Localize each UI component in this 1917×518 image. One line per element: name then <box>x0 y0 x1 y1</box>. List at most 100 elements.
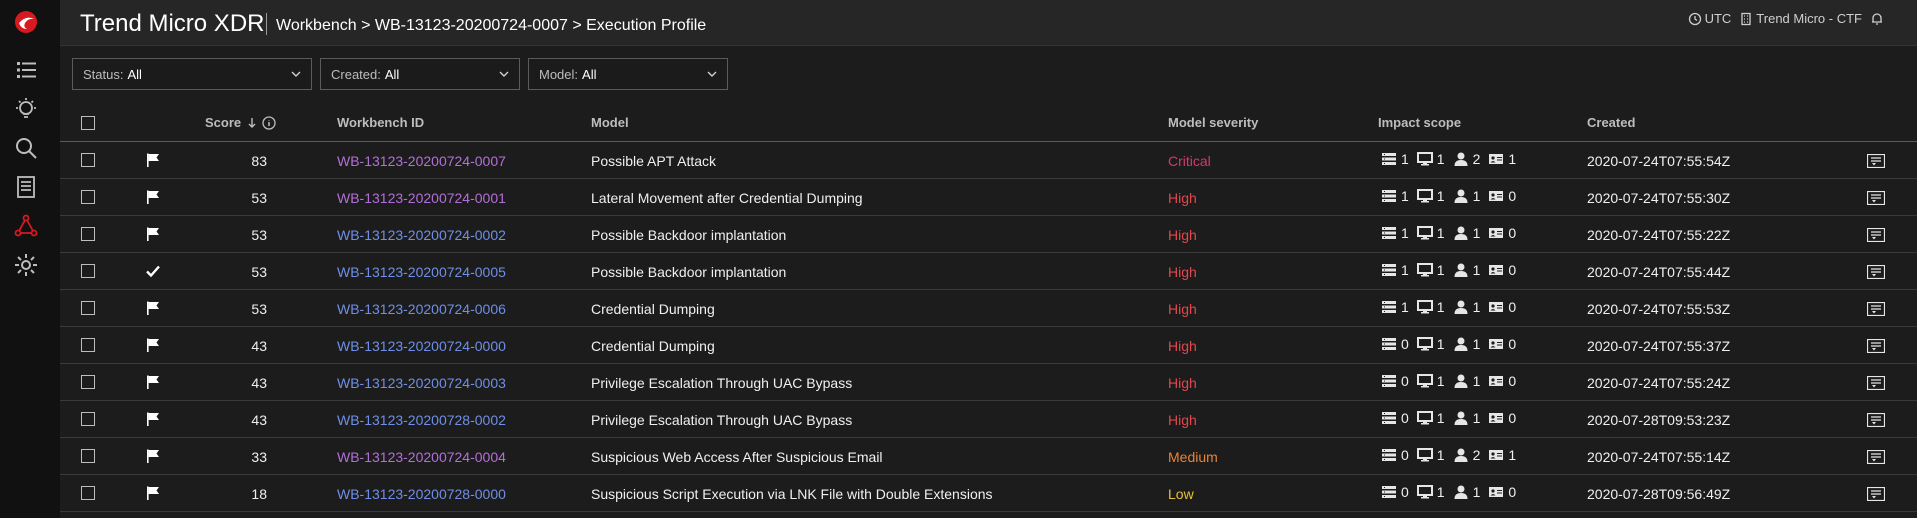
workbench-id-link[interactable]: WB-13123-20200724-0004 <box>337 449 506 465</box>
view-details-icon[interactable] <box>1867 339 1885 353</box>
trend-micro-logo-icon[interactable] <box>0 2 52 42</box>
chevron-down-icon <box>707 71 717 77</box>
model-name: Privilege Escalation Through UAC Bypass <box>591 375 853 391</box>
table-row[interactable]: 53 WB-13123-20200724-0001 Lateral Moveme… <box>60 179 1917 216</box>
row-checkbox[interactable] <box>81 449 95 463</box>
row-checkbox[interactable] <box>81 227 95 241</box>
table-row[interactable]: 33 WB-13123-20200724-0004 Suspicious Web… <box>60 438 1917 475</box>
view-details-icon[interactable] <box>1867 191 1885 205</box>
timezone-indicator[interactable]: UTC <box>1688 11 1732 26</box>
server-icon[interactable] <box>0 167 52 207</box>
score-value: 43 <box>251 338 267 354</box>
created-filter[interactable]: Created: All <box>320 58 520 90</box>
row-checkbox[interactable] <box>81 301 95 315</box>
notifications-button[interactable] <box>1870 12 1887 26</box>
table-row[interactable]: 83 WB-13123-20200724-0007 Possible APT A… <box>60 142 1917 179</box>
timezone-label: UTC <box>1704 11 1732 26</box>
workbench-id-link[interactable]: WB-13123-20200728-0002 <box>337 412 506 428</box>
workbench-id-link[interactable]: WB-13123-20200728-0000 <box>337 486 506 502</box>
view-details-icon[interactable] <box>1867 413 1885 427</box>
server-icon <box>1382 227 1396 239</box>
created-column-header[interactable]: Created <box>1587 115 1635 130</box>
table-row[interactable]: 53 WB-13123-20200724-0006 Credential Dum… <box>60 290 1917 327</box>
flag-icon[interactable] <box>145 337 161 353</box>
severity-column-header[interactable]: Model severity <box>1168 115 1258 130</box>
workbench-id-link[interactable]: WB-13123-20200724-0000 <box>337 338 506 354</box>
row-checkbox[interactable] <box>81 412 95 426</box>
impact-scope: 0 1 1 0 <box>1381 410 1524 426</box>
model-filter[interactable]: Model: All <box>528 58 728 90</box>
view-details-icon[interactable] <box>1867 228 1885 242</box>
workbench-id-link[interactable]: WB-13123-20200724-0005 <box>337 264 506 280</box>
score-column-header[interactable]: Score <box>205 115 276 130</box>
app-title: Trend Micro XDR <box>80 10 265 37</box>
view-details-icon[interactable] <box>1867 154 1885 168</box>
workbench-id-link[interactable]: WB-13123-20200724-0007 <box>337 153 506 169</box>
model-name: Credential Dumping <box>591 338 715 354</box>
table-row[interactable]: 43 WB-13123-20200724-0003 Privilege Esca… <box>60 364 1917 401</box>
checkmark-icon[interactable] <box>145 263 161 279</box>
view-details-icon[interactable] <box>1867 450 1885 464</box>
select-all-checkbox[interactable] <box>81 116 95 130</box>
flag-icon[interactable] <box>145 300 161 316</box>
filter-label: Created: <box>331 66 381 82</box>
flag-icon[interactable] <box>145 226 161 242</box>
user-count: 1 <box>1472 484 1481 500</box>
lightbulb-icon[interactable] <box>0 89 52 129</box>
flag-icon[interactable] <box>145 189 161 205</box>
model-name: Possible Backdoor implantation <box>591 227 787 243</box>
flag-icon[interactable] <box>145 485 161 501</box>
flag-icon[interactable] <box>145 152 161 168</box>
score-value: 83 <box>251 153 267 169</box>
top-header: Trend Micro XDR Workbench > WB-13123-202… <box>60 0 1917 46</box>
severity-label: Critical <box>1168 153 1211 169</box>
workbench-table: Score Workbench ID Model Model severity … <box>60 104 1917 512</box>
info-icon[interactable] <box>262 115 276 130</box>
workbench-id-link[interactable]: WB-13123-20200724-0003 <box>337 375 506 391</box>
view-details-icon[interactable] <box>1867 487 1885 501</box>
gear-icon[interactable] <box>0 245 52 285</box>
workbench-id-column-header[interactable]: Workbench ID <box>337 115 424 130</box>
email-account-icon <box>1489 265 1504 275</box>
row-checkbox[interactable] <box>81 264 95 278</box>
email-count: 0 <box>1508 336 1517 352</box>
workbench-id-link[interactable]: WB-13123-20200724-0002 <box>337 227 506 243</box>
user-count: 1 <box>1472 225 1481 241</box>
view-details-icon[interactable] <box>1867 265 1885 279</box>
status-filter[interactable]: Status: All <box>72 58 312 90</box>
desktop-icon <box>1416 411 1433 425</box>
flag-icon[interactable] <box>145 411 161 427</box>
row-checkbox[interactable] <box>81 153 95 167</box>
table-row[interactable]: 43 WB-13123-20200728-0002 Privilege Esca… <box>60 401 1917 438</box>
desktop-icon <box>1416 448 1433 462</box>
impact-scope: 0 1 1 0 <box>1381 484 1524 500</box>
severity-label: High <box>1168 227 1197 243</box>
view-details-icon[interactable] <box>1867 302 1885 316</box>
table-row[interactable]: 18 WB-13123-20200728-0000 Suspicious Scr… <box>60 475 1917 512</box>
severity-label: High <box>1168 338 1197 354</box>
row-checkbox[interactable] <box>81 486 95 500</box>
tenant-selector[interactable]: Trend Micro - CTF <box>1739 11 1862 26</box>
desktop-count: 1 <box>1436 188 1445 204</box>
table-row[interactable]: 53 WB-13123-20200724-0005 Possible Backd… <box>60 253 1917 290</box>
list-icon[interactable] <box>0 50 52 90</box>
network-graph-icon[interactable] <box>0 206 52 246</box>
severity-label: Medium <box>1168 449 1218 465</box>
view-details-icon[interactable] <box>1867 376 1885 390</box>
impact-column-header[interactable]: Impact scope <box>1378 115 1461 130</box>
row-checkbox[interactable] <box>81 375 95 389</box>
model-column-header[interactable]: Model <box>591 115 629 130</box>
workbench-id-link[interactable]: WB-13123-20200724-0006 <box>337 301 506 317</box>
created-timestamp: 2020-07-24T07:55:30Z <box>1587 190 1731 206</box>
workbench-id-link[interactable]: WB-13123-20200724-0001 <box>337 190 506 206</box>
flag-icon[interactable] <box>145 374 161 390</box>
breadcrumb[interactable]: Workbench > WB-13123-20200724-0007 > Exe… <box>276 17 706 35</box>
table-row[interactable]: 53 WB-13123-20200724-0002 Possible Backd… <box>60 216 1917 253</box>
search-icon[interactable] <box>0 128 52 168</box>
row-checkbox[interactable] <box>81 190 95 204</box>
row-checkbox[interactable] <box>81 338 95 352</box>
email-account-icon <box>1489 191 1504 201</box>
flag-icon[interactable] <box>145 448 161 464</box>
table-row[interactable]: 43 WB-13123-20200724-0000 Credential Dum… <box>60 327 1917 364</box>
score-header-label: Score <box>205 115 242 130</box>
